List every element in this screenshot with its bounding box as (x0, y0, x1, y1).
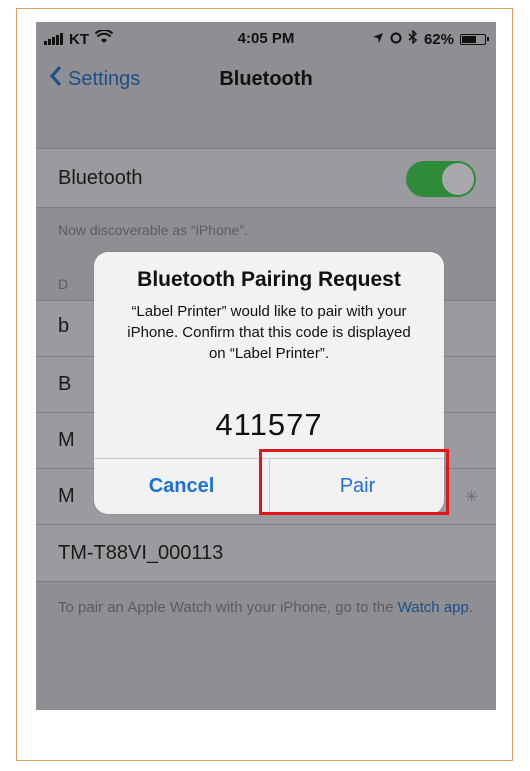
footer-text-after: . (468, 599, 473, 616)
location-icon (372, 31, 384, 48)
bluetooth-status-icon (408, 29, 418, 48)
bluetooth-toggle-row: Bluetooth (36, 148, 496, 208)
status-right: 62% (372, 29, 489, 48)
page-title: Bluetooth (219, 68, 313, 90)
device-row-label: B (58, 373, 72, 395)
battery-icon (460, 33, 489, 45)
device-row-label: b (58, 315, 70, 337)
toggle-knob (442, 163, 474, 195)
phone-screen: KT 4:05 PM 62% Settings Bluetooth Blueto… (36, 22, 496, 710)
device-row[interactable]: TM-T88VI_000113 (36, 524, 496, 582)
loading-spinner-icon: ✳ (464, 489, 478, 506)
bluetooth-toggle[interactable] (406, 161, 476, 197)
pair-highlight-box (259, 449, 449, 515)
dialog-message: “Label Printer” would like to pair with … (127, 303, 411, 362)
navigation-bar: Settings Bluetooth (36, 54, 496, 110)
cancel-button[interactable]: Cancel (94, 458, 269, 514)
battery-percent: 62% (423, 30, 454, 48)
dialog-title: Bluetooth Pairing Request (137, 268, 401, 291)
pairing-code: 411577 (215, 407, 323, 442)
devices-section-header: D (58, 276, 69, 292)
watch-pairing-note: To pair an Apple Watch with your iPhone,… (58, 598, 478, 618)
device-name: TM-T88VI_000113 (58, 542, 224, 564)
watch-app-link[interactable]: Watch app (398, 599, 469, 616)
device-row-label: M (58, 485, 75, 507)
bluetooth-label: Bluetooth (58, 167, 143, 189)
device-row-label: M (58, 429, 75, 451)
alarm-icon (390, 31, 402, 48)
discoverable-note: Now discoverable as “iPhone”. (58, 222, 248, 238)
status-bar: KT 4:05 PM 62% (36, 22, 496, 52)
footer-text-before: To pair an Apple Watch with your iPhone,… (58, 599, 398, 616)
